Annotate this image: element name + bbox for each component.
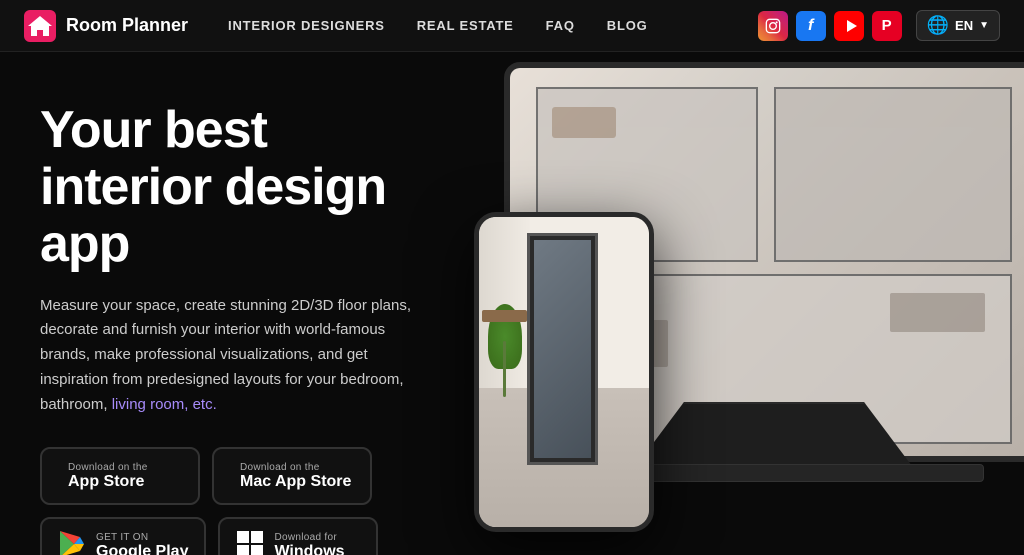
logo[interactable]: Room Planner <box>24 10 188 42</box>
navbar: Room Planner INTERIOR DESIGNERS REAL EST… <box>0 0 1024 52</box>
social-icons: f P <box>758 11 902 41</box>
nav-faq[interactable]: FAQ <box>546 18 575 33</box>
google-play-icon <box>58 530 86 555</box>
nav-blog[interactable]: BLOG <box>607 18 648 33</box>
phone-device <box>474 212 654 532</box>
windows-button[interactable]: Download for Windows <box>218 517 378 555</box>
highlight-text: living room, etc. <box>112 396 217 413</box>
phone-screen <box>479 217 649 527</box>
google-play-text: GET IT ON Google Play <box>96 532 188 555</box>
mac-app-store-button[interactable]: Download on the Mac App Store <box>212 447 372 505</box>
nav-real-estate[interactable]: REAL ESTATE <box>417 18 514 33</box>
pinterest-icon[interactable]: P <box>872 11 902 41</box>
door-glass <box>534 240 591 459</box>
logo-text: Room Planner <box>66 15 188 36</box>
room-scene <box>479 217 649 527</box>
download-buttons: Download on the App Store Download on th… <box>40 447 430 555</box>
instagram-icon[interactable] <box>758 11 788 41</box>
plant-stem <box>503 341 506 397</box>
app-store-button[interactable]: Download on the App Store <box>40 447 200 505</box>
lang-selector[interactable]: 🌐 EN ▼ <box>916 10 1000 41</box>
app-store-text: Download on the App Store <box>68 462 148 491</box>
hero-section: Your best interior design app Measure yo… <box>0 52 1024 555</box>
facebook-icon[interactable]: f <box>796 11 826 41</box>
hero-description: Measure your space, create stunning 2D/3… <box>40 294 430 418</box>
google-play-button[interactable]: GET IT ON Google Play <box>40 517 206 555</box>
fp-room-2 <box>774 87 1012 262</box>
lang-label: EN <box>955 18 973 33</box>
hero-image <box>444 62 1024 552</box>
furniture-1 <box>552 107 615 138</box>
hero-title: Your best interior design app <box>40 102 430 274</box>
windows-text: Download for Windows <box>274 532 344 555</box>
door-frame <box>527 233 598 466</box>
chevron-down-icon: ▼ <box>979 20 989 31</box>
shelf <box>482 310 526 322</box>
hero-content: Your best interior design app Measure yo… <box>0 52 460 555</box>
windows-icon <box>236 530 264 555</box>
furniture-2 <box>890 293 985 332</box>
nav-interior-designers[interactable]: INTERIOR DESIGNERS <box>228 18 385 33</box>
youtube-icon[interactable] <box>834 11 864 41</box>
nav-links: INTERIOR DESIGNERS REAL ESTATE FAQ BLOG <box>228 18 758 33</box>
logo-icon <box>24 10 56 42</box>
mac-app-store-text: Download on the Mac App Store <box>240 462 351 491</box>
